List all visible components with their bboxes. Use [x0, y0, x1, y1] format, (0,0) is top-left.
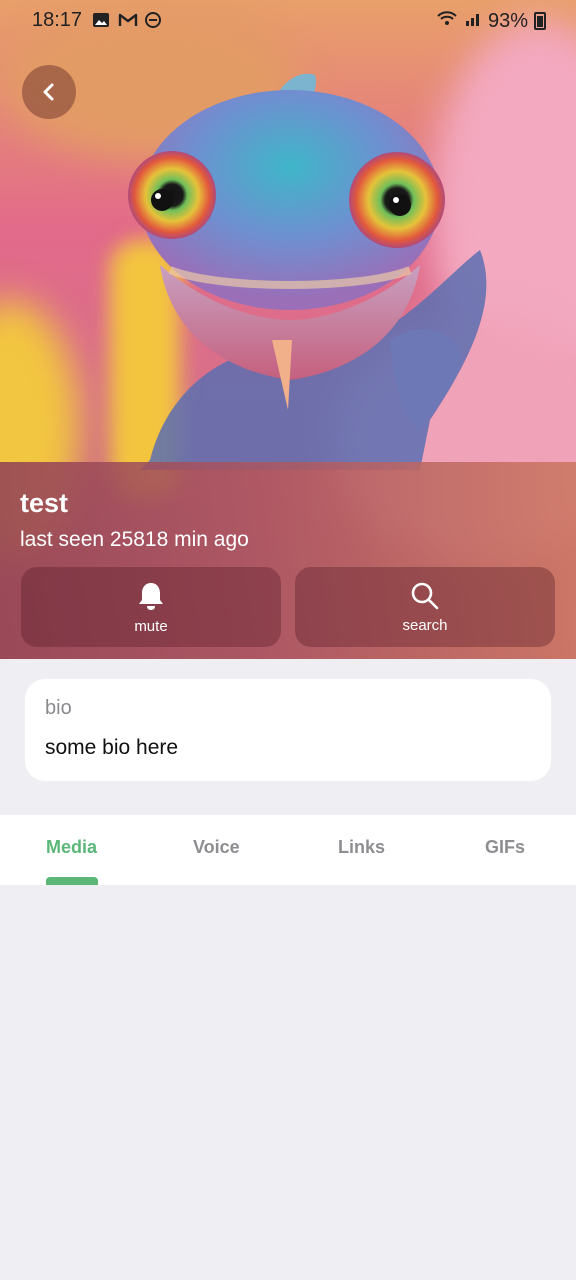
chevron-left-icon	[43, 83, 54, 101]
active-tab-indicator	[46, 877, 98, 885]
back-button[interactable]	[22, 65, 76, 119]
chameleon-photo	[128, 73, 487, 470]
bio-text: some bio here	[45, 736, 179, 759]
tab-media[interactable]: Media	[46, 837, 97, 858]
last-seen-status: last seen 25818 min ago	[20, 528, 249, 551]
search-button[interactable]: search	[295, 567, 555, 647]
mute-label: mute	[134, 617, 168, 635]
battery-icon	[534, 12, 546, 30]
search-label: search	[402, 616, 448, 634]
tab-links[interactable]: Links	[338, 837, 385, 858]
bio-card: bio some bio here	[25, 679, 551, 781]
status-bar: 18:17 93%	[0, 0, 576, 42]
gallery-icon	[92, 11, 110, 29]
battery-percent: 93%	[487, 9, 528, 32]
bio-label: bio	[45, 697, 72, 719]
tab-gifs[interactable]: GIFs	[485, 837, 525, 858]
signal-icon	[464, 9, 482, 33]
status-time: 18:17	[32, 9, 83, 31]
media-tabs: Media Voice Links GIFs	[0, 815, 576, 885]
bell-icon	[139, 582, 163, 610]
profile-name: test	[20, 488, 69, 518]
do-not-disturb-icon	[144, 11, 162, 29]
search-icon	[411, 582, 439, 609]
tab-voice[interactable]: Voice	[193, 837, 240, 858]
mute-button[interactable]: mute	[21, 567, 281, 647]
gmail-icon	[118, 11, 138, 29]
wifi-icon	[436, 9, 458, 33]
profile-cover-photo	[0, 0, 576, 659]
